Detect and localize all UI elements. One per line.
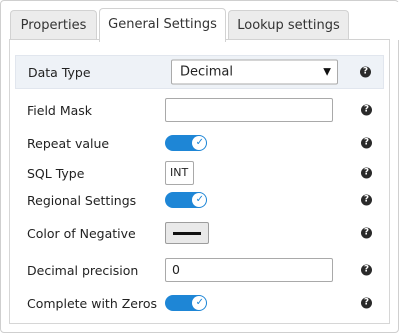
color-picker-button[interactable] <box>165 222 209 244</box>
help-icon[interactable]: ? <box>361 167 372 179</box>
help-icon[interactable]: ? <box>361 194 372 206</box>
sql-type-input[interactable]: INT <box>165 161 194 185</box>
color-of-negative-label: Color of Negative <box>27 225 136 241</box>
data-type-select[interactable]: Decimal ▼ <box>171 59 338 85</box>
row-field-mask: Field Mask ? <box>15 95 384 125</box>
complete-with-zeros-label: Complete with Zeros <box>27 295 157 311</box>
check-icon: ✓ <box>195 297 204 308</box>
regional-settings-label: Regional Settings <box>27 192 137 208</box>
tab-general-settings[interactable]: General Settings <box>99 8 226 42</box>
tab-lookup-settings[interactable]: Lookup settings <box>228 10 349 41</box>
color-swatch <box>173 232 201 235</box>
complete-with-zeros-toggle[interactable]: ✓ <box>165 295 207 311</box>
row-sql-type: SQL Type INT ? <box>15 158 384 188</box>
help-icon[interactable]: ? <box>360 66 371 78</box>
row-color-of-negative: Color of Negative ? <box>15 218 384 248</box>
sql-type-label: SQL Type <box>27 165 85 181</box>
row-data-type: Data Type Decimal ▼ ? <box>15 55 384 89</box>
settings-panel: Properties General Settings Lookup setti… <box>0 0 399 333</box>
check-icon: ✓ <box>195 194 204 205</box>
decimal-precision-label: Decimal precision <box>27 262 139 278</box>
data-type-label: Data Type <box>28 64 91 80</box>
help-icon[interactable]: ? <box>361 264 372 276</box>
decimal-precision-input[interactable]: 0 <box>165 258 333 282</box>
help-icon[interactable]: ? <box>361 137 372 149</box>
check-icon: ✓ <box>195 137 204 148</box>
field-mask-input[interactable] <box>165 98 333 122</box>
help-icon[interactable]: ? <box>361 104 372 116</box>
row-regional-settings: Regional Settings ✓ ? <box>15 185 384 215</box>
row-complete-with-zeros: Complete with Zeros ✓ ? <box>15 288 384 318</box>
data-type-value: Decimal <box>180 64 234 80</box>
field-mask-label: Field Mask <box>27 102 93 118</box>
row-repeat-value: Repeat value ✓ ? <box>15 128 384 158</box>
help-icon[interactable]: ? <box>361 297 372 309</box>
tab-properties[interactable]: Properties <box>10 10 97 41</box>
tab-bar: Properties General Settings Lookup setti… <box>2 2 399 42</box>
regional-settings-toggle[interactable]: ✓ <box>165 192 207 208</box>
chevron-down-icon: ▼ <box>323 66 331 78</box>
row-decimal-precision: Decimal precision 0 ? <box>15 255 384 285</box>
help-icon[interactable]: ? <box>361 227 372 239</box>
repeat-value-label: Repeat value <box>27 135 110 151</box>
repeat-value-toggle[interactable]: ✓ <box>165 135 207 151</box>
